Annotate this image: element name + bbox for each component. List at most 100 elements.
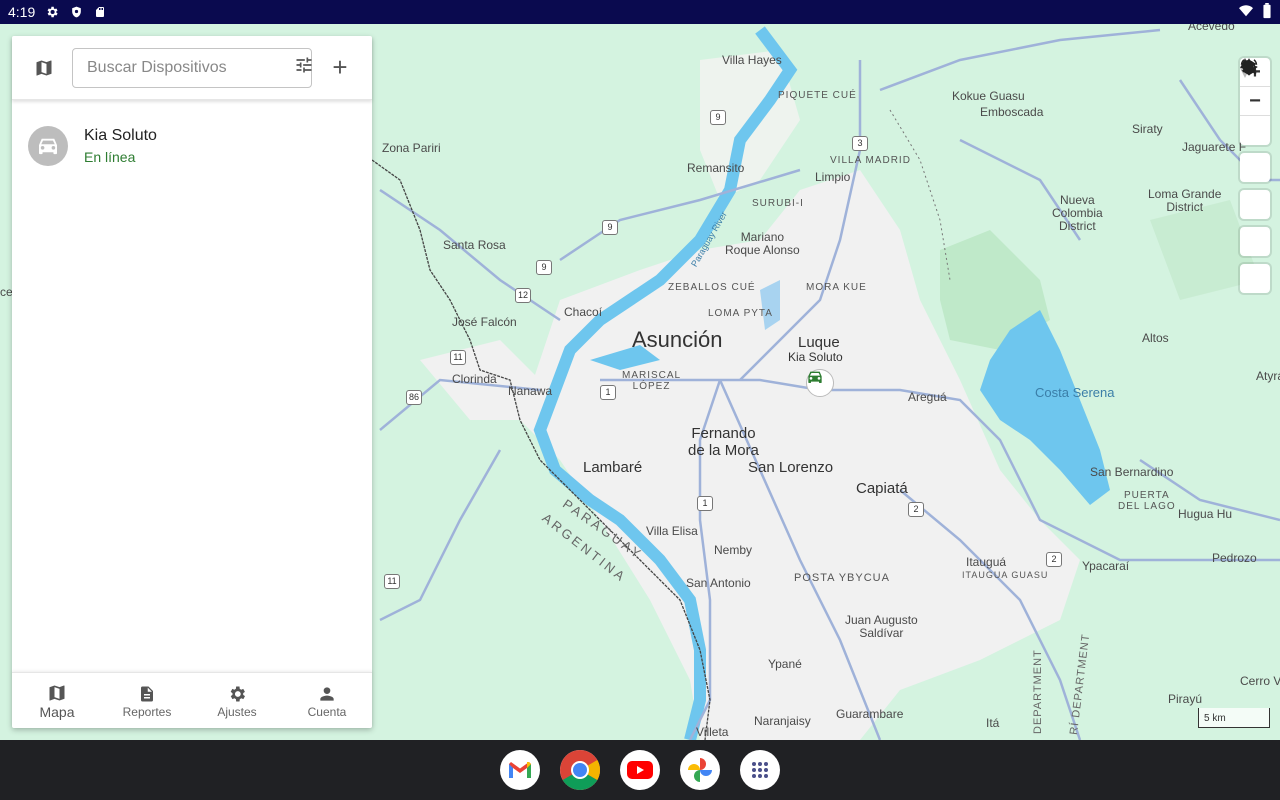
- map-controls: + −: [1240, 58, 1270, 301]
- filter-icon[interactable]: [294, 55, 314, 80]
- map-label-zona-pariri: Zona Pariri: [382, 141, 441, 155]
- device-status: En línea: [84, 149, 136, 165]
- device-list-item[interactable]: Kia Soluto En línea: [12, 100, 372, 192]
- map-label-villeta: Villeta: [696, 725, 729, 739]
- map-icon: [47, 682, 67, 704]
- map-label-posta: POSTA YBYCUA: [794, 572, 890, 584]
- battery-icon: [1262, 2, 1272, 22]
- map-label-costa-serena: Costa Serena: [1035, 385, 1115, 400]
- device-text: Kia Soluto En línea: [84, 127, 157, 165]
- map-label-loma-grande: Loma Grande District: [1148, 187, 1222, 215]
- bottom-navigation: Mapa Reportes Ajustes Cuenta: [12, 672, 372, 728]
- map-label-san-lorenzo: San Lorenzo: [748, 459, 834, 476]
- map-label-piquete: PIQUETE CUÉ: [778, 90, 857, 101]
- locate-control: [1240, 58, 1270, 219]
- gmail-icon[interactable]: [500, 750, 540, 790]
- marker-label: Kia Soluto: [788, 350, 843, 364]
- map-label-capiata: Capiatá: [856, 480, 908, 497]
- status-bar: 4:19: [0, 0, 1280, 24]
- alarm-bell-icon: [1240, 59, 1258, 75]
- route-shield: 9: [710, 110, 726, 125]
- map-label-chacoi: Chacoí: [564, 305, 603, 319]
- route-shield: 3: [852, 136, 868, 151]
- device-name: Kia Soluto: [84, 127, 157, 144]
- locate-button[interactable]: [1240, 58, 1270, 219]
- map-search-button[interactable]: [1240, 60, 1270, 256]
- nav-label: Mapa: [39, 703, 75, 720]
- status-right: [1238, 2, 1272, 22]
- route-shield: 12: [515, 288, 531, 303]
- map-label-department: DEPARTMENT: [1032, 649, 1044, 734]
- map-label-acevedo: Acevedo: [1188, 24, 1235, 33]
- map-label-villa-hayes: Villa Hayes: [722, 53, 782, 67]
- document-icon: [138, 683, 156, 705]
- layers-control: [1240, 59, 1270, 182]
- nav-label: Reportes: [122, 704, 172, 719]
- map-label-altos: Altos: [1142, 331, 1169, 345]
- map-label-ita: Itá: [986, 716, 1000, 730]
- add-device-button[interactable]: +: [320, 48, 360, 88]
- gear-icon: [227, 683, 247, 705]
- map-label-siraty: Siraty: [1132, 122, 1163, 136]
- map-toggle-button[interactable]: [24, 48, 64, 88]
- route-shield: 9: [536, 260, 552, 275]
- alarm-button[interactable]: [1240, 59, 1270, 293]
- nav-cuenta[interactable]: Cuenta: [282, 673, 372, 728]
- youtube-icon[interactable]: [620, 750, 660, 790]
- search-input[interactable]: [87, 58, 294, 77]
- nav-label: Cuenta: [307, 704, 347, 719]
- person-icon: [317, 683, 337, 705]
- map-label-asuncion: Asunción: [632, 327, 723, 352]
- map-label-puerta: PUERTA DEL LAGO: [1118, 490, 1176, 512]
- map-label-emboscada: Emboscada: [980, 105, 1044, 119]
- map-label-itaugua-guasu: ITAUGUA GUASU: [962, 570, 1049, 580]
- route-shield: 2: [908, 502, 924, 517]
- map-label-loma-pyta: LOMA PYTA: [708, 308, 773, 319]
- route-shield: 2: [1046, 552, 1062, 567]
- devices-panel: + Kia Soluto En línea Mapa Reportes: [12, 36, 372, 728]
- map-icon: [36, 60, 52, 76]
- map-label-aregua: Areguá: [908, 390, 947, 404]
- map-label-cerro: Cerro V: [1240, 674, 1280, 688]
- car-icon: [39, 138, 57, 155]
- map-label-atyra: Atyrá: [1256, 369, 1280, 383]
- map-label-villa-madrid: VILLA MADRID: [830, 155, 911, 166]
- map-label-nueva-colombia: Nueva Colombia District: [1052, 193, 1103, 234]
- device-avatar: [28, 126, 68, 166]
- map-label-jose-falcon: José Falcón: [452, 315, 517, 329]
- map-label-remansito: Remansito: [687, 161, 745, 175]
- panel-toolbar: +: [12, 36, 372, 100]
- chrome-icon[interactable]: [560, 750, 600, 790]
- nav-mapa[interactable]: Mapa: [12, 673, 102, 728]
- zoom-out-button[interactable]: −: [1240, 87, 1270, 116]
- map-label-pedrozo: Pedrozo: [1212, 551, 1257, 565]
- route-shield: 11: [384, 574, 400, 589]
- shield-status-icon: [67, 4, 85, 20]
- app-shelf: [0, 740, 1280, 800]
- launcher-icon[interactable]: [740, 750, 780, 790]
- nav-ajustes[interactable]: Ajustes: [192, 673, 282, 728]
- photos-icon[interactable]: [680, 750, 720, 790]
- search-field[interactable]: [72, 47, 314, 88]
- compass-button[interactable]: [1240, 58, 1270, 145]
- map-label-mariano: Mariano Roque Alonso: [725, 230, 800, 258]
- map-label-ce: ce: [0, 285, 13, 299]
- map-label-fernando: Fernando de la Mora: [688, 425, 759, 459]
- map-label-juan-augusto: Juan Augusto Saldívar: [845, 613, 918, 641]
- map-label-san-bernardino: San Bernardino: [1090, 465, 1174, 479]
- map-label-zeballos: ZEBALLOS CUÉ: [668, 282, 756, 293]
- map-label-ypane: Ypané: [768, 657, 802, 671]
- map-label-mora-kue: MORA KUE: [806, 282, 867, 293]
- map-label-villa-elisa: Villa Elisa: [646, 524, 698, 538]
- map-label-nemby: Nemby: [714, 543, 753, 557]
- map-label-itaugua: Itauguá: [966, 555, 1007, 569]
- map-label-kokue: Kokue Guasu: [952, 89, 1025, 103]
- nav-reportes[interactable]: Reportes: [102, 673, 192, 728]
- device-marker[interactable]: [806, 369, 834, 397]
- route-shield: 1: [697, 496, 713, 511]
- map-label-san-antonio: San Antonio: [686, 576, 751, 590]
- map-label-mariscal: MARISCAL LÓPEZ: [622, 370, 682, 392]
- wifi-icon: [1238, 4, 1254, 21]
- map-label-clorinda: Clorinda: [452, 372, 497, 386]
- layers-button[interactable]: [1240, 59, 1270, 182]
